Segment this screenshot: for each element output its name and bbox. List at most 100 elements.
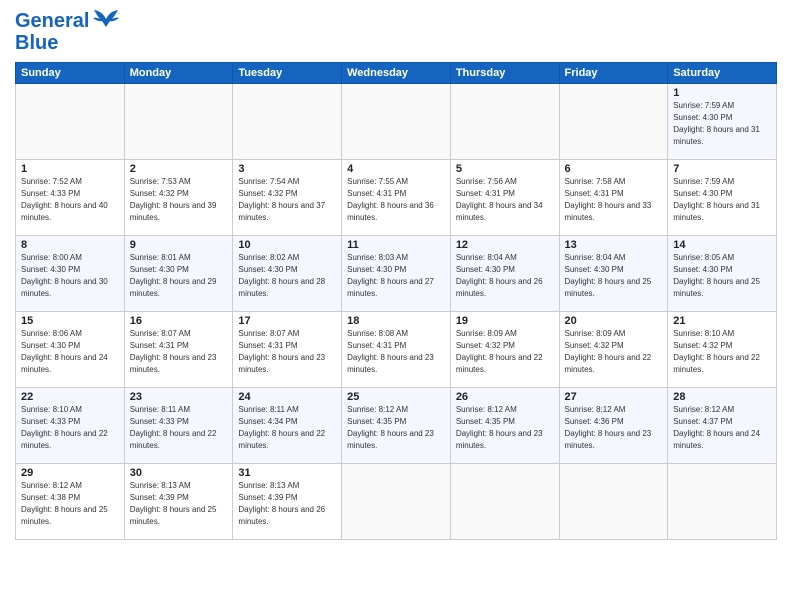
- day-info: Sunrise: 7:55 AM Sunset: 4:31 PM Dayligh…: [347, 177, 434, 222]
- day-info: Sunrise: 8:05 AM Sunset: 4:30 PM Dayligh…: [673, 253, 760, 298]
- day-info: Sunrise: 8:10 AM Sunset: 4:33 PM Dayligh…: [21, 405, 108, 450]
- day-number: 8: [21, 239, 119, 251]
- day-info: Sunrise: 7:53 AM Sunset: 4:32 PM Dayligh…: [130, 177, 217, 222]
- week-row-5: 22 Sunrise: 8:10 AM Sunset: 4:33 PM Dayl…: [16, 388, 777, 464]
- day-number: 27: [565, 391, 663, 403]
- day-cell: 24 Sunrise: 8:11 AM Sunset: 4:34 PM Dayl…: [233, 388, 342, 464]
- day-info: Sunrise: 8:07 AM Sunset: 4:31 PM Dayligh…: [238, 329, 325, 374]
- day-cell: [668, 464, 777, 540]
- day-number: 13: [565, 239, 663, 251]
- week-row-3: 8 Sunrise: 8:00 AM Sunset: 4:30 PM Dayli…: [16, 236, 777, 312]
- day-info: Sunrise: 8:01 AM Sunset: 4:30 PM Dayligh…: [130, 253, 217, 298]
- col-header-saturday: Saturday: [668, 63, 777, 84]
- day-cell: [559, 464, 668, 540]
- day-info: Sunrise: 8:11 AM Sunset: 4:34 PM Dayligh…: [238, 405, 325, 450]
- day-info: Sunrise: 8:06 AM Sunset: 4:30 PM Dayligh…: [21, 329, 108, 374]
- day-cell: 23 Sunrise: 8:11 AM Sunset: 4:33 PM Dayl…: [124, 388, 233, 464]
- week-row-2: 1 Sunrise: 7:52 AM Sunset: 4:33 PM Dayli…: [16, 160, 777, 236]
- day-number: 4: [347, 163, 445, 175]
- day-number: 10: [238, 239, 336, 251]
- day-info: Sunrise: 8:12 AM Sunset: 4:35 PM Dayligh…: [347, 405, 434, 450]
- day-number: 15: [21, 315, 119, 327]
- day-info: Sunrise: 8:09 AM Sunset: 4:32 PM Dayligh…: [456, 329, 543, 374]
- day-info: Sunrise: 8:07 AM Sunset: 4:31 PM Dayligh…: [130, 329, 217, 374]
- day-cell: 1 Sunrise: 7:59 AM Sunset: 4:30 PM Dayli…: [668, 84, 777, 160]
- header-row: SundayMondayTuesdayWednesdayThursdayFrid…: [16, 63, 777, 84]
- day-info: Sunrise: 7:59 AM Sunset: 4:30 PM Dayligh…: [673, 101, 760, 146]
- day-number: 26: [456, 391, 554, 403]
- day-cell: 18 Sunrise: 8:08 AM Sunset: 4:31 PM Dayl…: [342, 312, 451, 388]
- week-row-1: 1 Sunrise: 7:59 AM Sunset: 4:30 PM Dayli…: [16, 84, 777, 160]
- day-info: Sunrise: 7:56 AM Sunset: 4:31 PM Dayligh…: [456, 177, 543, 222]
- day-info: Sunrise: 8:08 AM Sunset: 4:31 PM Dayligh…: [347, 329, 434, 374]
- day-number: 1: [21, 163, 119, 175]
- day-cell: [124, 84, 233, 160]
- day-number: 7: [673, 163, 771, 175]
- logo-text: General: [15, 10, 89, 32]
- calendar-table: SundayMondayTuesdayWednesdayThursdayFrid…: [15, 62, 777, 540]
- day-info: Sunrise: 7:52 AM Sunset: 4:33 PM Dayligh…: [21, 177, 108, 222]
- day-cell: 8 Sunrise: 8:00 AM Sunset: 4:30 PM Dayli…: [16, 236, 125, 312]
- day-cell: 14 Sunrise: 8:05 AM Sunset: 4:30 PM Dayl…: [668, 236, 777, 312]
- day-cell: 28 Sunrise: 8:12 AM Sunset: 4:37 PM Dayl…: [668, 388, 777, 464]
- day-cell: [450, 464, 559, 540]
- day-cell: 10 Sunrise: 8:02 AM Sunset: 4:30 PM Dayl…: [233, 236, 342, 312]
- day-number: 17: [238, 315, 336, 327]
- day-number: 24: [238, 391, 336, 403]
- day-info: Sunrise: 8:11 AM Sunset: 4:33 PM Dayligh…: [130, 405, 217, 450]
- day-cell: [342, 84, 451, 160]
- logo-general: General: [15, 10, 89, 32]
- day-number: 31: [238, 467, 336, 479]
- day-cell: 17 Sunrise: 8:07 AM Sunset: 4:31 PM Dayl…: [233, 312, 342, 388]
- day-number: 5: [456, 163, 554, 175]
- day-cell: 27 Sunrise: 8:12 AM Sunset: 4:36 PM Dayl…: [559, 388, 668, 464]
- day-number: 22: [21, 391, 119, 403]
- day-cell: 22 Sunrise: 8:10 AM Sunset: 4:33 PM Dayl…: [16, 388, 125, 464]
- day-number: 28: [673, 391, 771, 403]
- day-info: Sunrise: 8:12 AM Sunset: 4:35 PM Dayligh…: [456, 405, 543, 450]
- day-number: 12: [456, 239, 554, 251]
- day-cell: 12 Sunrise: 8:04 AM Sunset: 4:30 PM Dayl…: [450, 236, 559, 312]
- day-info: Sunrise: 8:09 AM Sunset: 4:32 PM Dayligh…: [565, 329, 652, 374]
- day-info: Sunrise: 8:12 AM Sunset: 4:36 PM Dayligh…: [565, 405, 652, 450]
- col-header-friday: Friday: [559, 63, 668, 84]
- day-cell: [450, 84, 559, 160]
- day-cell: 2 Sunrise: 7:53 AM Sunset: 4:32 PM Dayli…: [124, 160, 233, 236]
- day-number: 23: [130, 391, 228, 403]
- day-info: Sunrise: 7:54 AM Sunset: 4:32 PM Dayligh…: [238, 177, 325, 222]
- day-cell: 30 Sunrise: 8:13 AM Sunset: 4:39 PM Dayl…: [124, 464, 233, 540]
- day-number: 1: [673, 87, 771, 99]
- day-number: 20: [565, 315, 663, 327]
- col-header-wednesday: Wednesday: [342, 63, 451, 84]
- day-cell: 5 Sunrise: 7:56 AM Sunset: 4:31 PM Dayli…: [450, 160, 559, 236]
- logo: General Blue: [15, 10, 120, 54]
- day-number: 16: [130, 315, 228, 327]
- page: General Blue SundayMondayTuesdayWednesda…: [0, 0, 792, 612]
- day-info: Sunrise: 8:12 AM Sunset: 4:37 PM Dayligh…: [673, 405, 760, 450]
- week-row-4: 15 Sunrise: 8:06 AM Sunset: 4:30 PM Dayl…: [16, 312, 777, 388]
- day-number: 21: [673, 315, 771, 327]
- day-cell: 15 Sunrise: 8:06 AM Sunset: 4:30 PM Dayl…: [16, 312, 125, 388]
- day-cell: 6 Sunrise: 7:58 AM Sunset: 4:31 PM Dayli…: [559, 160, 668, 236]
- day-number: 14: [673, 239, 771, 251]
- day-cell: 25 Sunrise: 8:12 AM Sunset: 4:35 PM Dayl…: [342, 388, 451, 464]
- day-cell: [233, 84, 342, 160]
- day-number: 11: [347, 239, 445, 251]
- day-number: 18: [347, 315, 445, 327]
- col-header-sunday: Sunday: [16, 63, 125, 84]
- day-info: Sunrise: 8:04 AM Sunset: 4:30 PM Dayligh…: [456, 253, 543, 298]
- day-info: Sunrise: 8:04 AM Sunset: 4:30 PM Dayligh…: [565, 253, 652, 298]
- day-cell: [559, 84, 668, 160]
- day-cell: [16, 84, 125, 160]
- header: General Blue: [15, 10, 777, 54]
- day-cell: 19 Sunrise: 8:09 AM Sunset: 4:32 PM Dayl…: [450, 312, 559, 388]
- day-number: 29: [21, 467, 119, 479]
- day-cell: 3 Sunrise: 7:54 AM Sunset: 4:32 PM Dayli…: [233, 160, 342, 236]
- day-info: Sunrise: 8:02 AM Sunset: 4:30 PM Dayligh…: [238, 253, 325, 298]
- day-cell: [342, 464, 451, 540]
- day-cell: 4 Sunrise: 7:55 AM Sunset: 4:31 PM Dayli…: [342, 160, 451, 236]
- day-info: Sunrise: 8:10 AM Sunset: 4:32 PM Dayligh…: [673, 329, 760, 374]
- col-header-thursday: Thursday: [450, 63, 559, 84]
- day-number: 2: [130, 163, 228, 175]
- day-number: 30: [130, 467, 228, 479]
